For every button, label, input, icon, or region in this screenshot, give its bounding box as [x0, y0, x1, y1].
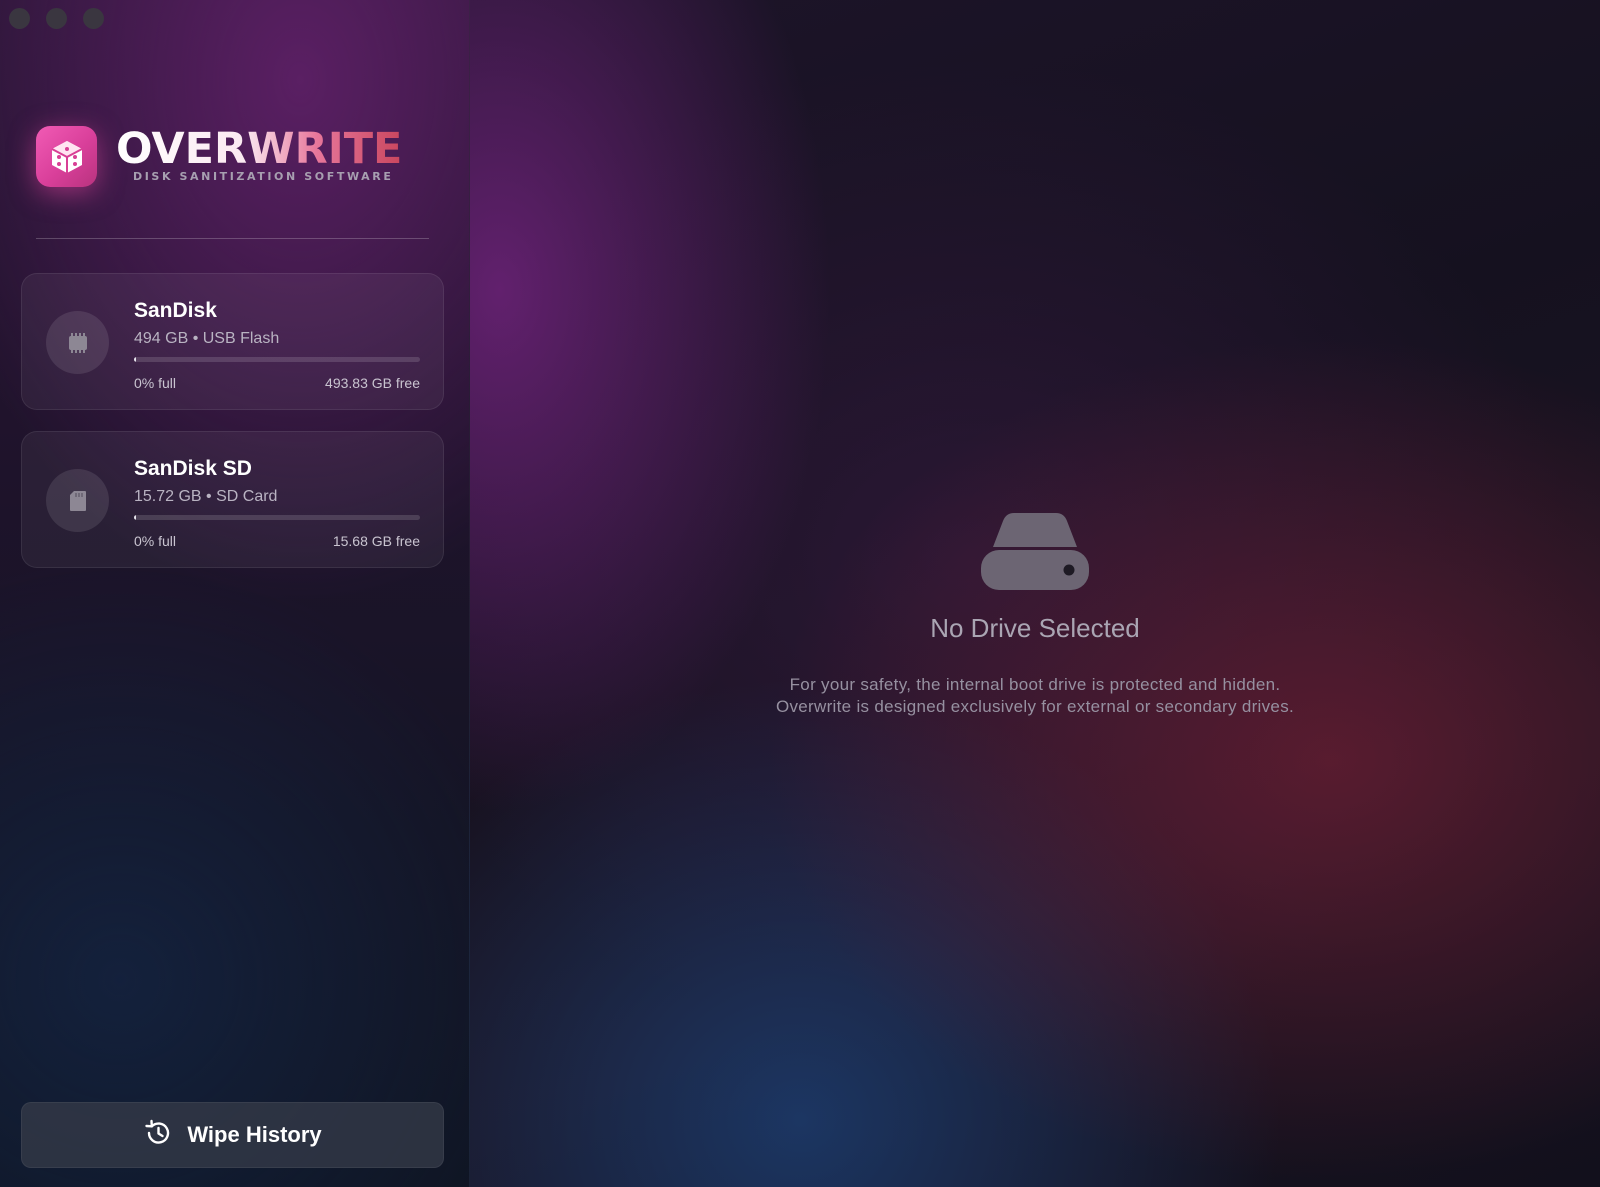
- empty-state: No Drive Selected For your safety, the i…: [470, 511, 1600, 718]
- drive-card-sandisk-sd[interactable]: SanDisk SD 15.72 GB • SD Card 0% full 15…: [21, 431, 444, 568]
- drive-name: SanDisk: [134, 299, 217, 322]
- drive-used-label: 0% full: [134, 375, 177, 391]
- empty-state-line-2: Overwrite is designed exclusively for ex…: [775, 697, 1295, 716]
- minimize-window-button[interactable]: [46, 8, 67, 29]
- close-window-button[interactable]: [9, 8, 30, 29]
- app-title: OVERWRITE: [116, 124, 403, 174]
- drive-usage-bar: [134, 357, 420, 362]
- drive-used-label: 0% full: [134, 533, 177, 549]
- drive-meta: 494 GB • USB Flash: [134, 330, 280, 347]
- drive-free-label: 493.83 GB free: [325, 375, 420, 391]
- cube-icon: [36, 126, 97, 187]
- drive-meta: 15.72 GB • SD Card: [134, 488, 278, 505]
- chip-icon: [46, 311, 109, 374]
- drive-usage-fill: [134, 357, 136, 362]
- drive-usage-bar: [134, 515, 420, 520]
- app-subtitle: DISK SANITIZATION SOFTWARE: [133, 170, 394, 183]
- hard-drive-icon: [981, 513, 1089, 590]
- history-icon: [143, 1118, 173, 1153]
- sidebar-divider: [36, 238, 429, 239]
- window-controls: [9, 8, 104, 29]
- sd-card-icon: [46, 469, 109, 532]
- wipe-history-button[interactable]: Wipe History: [21, 1102, 444, 1168]
- zoom-window-button[interactable]: [83, 8, 104, 29]
- main-content: No Drive Selected For your safety, the i…: [470, 0, 1600, 1187]
- brand-header: OVERWRITE DISK SANITIZATION SOFTWARE: [36, 126, 402, 187]
- drive-free-label: 15.68 GB free: [332, 533, 420, 549]
- app-window: OVERWRITE DISK SANITIZATION SOFTWARE San…: [0, 0, 1600, 1187]
- empty-state-title: No Drive Selected: [930, 613, 1140, 643]
- drive-card-sandisk[interactable]: SanDisk 494 GB • USB Flash 0% full 493.8…: [21, 273, 444, 410]
- wipe-history-label: Wipe History: [187, 1122, 322, 1147]
- drive-usage-fill: [134, 515, 136, 520]
- drive-name: SanDisk SD: [134, 457, 252, 480]
- sidebar: OVERWRITE DISK SANITIZATION SOFTWARE San…: [0, 0, 470, 1187]
- empty-state-line-1: For your safety, the internal boot drive…: [789, 675, 1281, 694]
